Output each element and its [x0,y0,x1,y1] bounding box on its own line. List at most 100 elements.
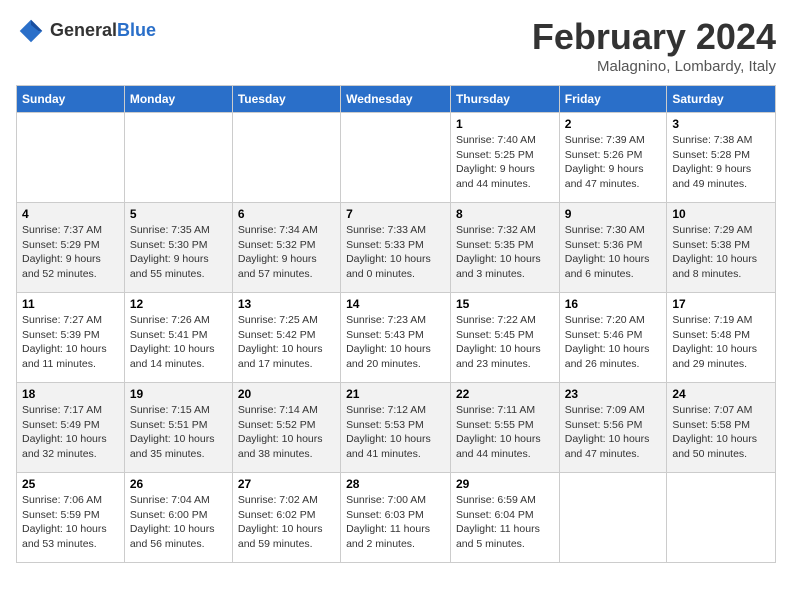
calendar-cell: 1 Sunrise: 7:40 AM Sunset: 5:25 PM Daylig… [450,113,559,203]
calendar-cell: 6 Sunrise: 7:34 AM Sunset: 5:32 PM Daylig… [232,203,340,293]
day-number: 10 [672,207,770,221]
day-number: 25 [22,477,119,491]
day-info: Sunrise: 7:32 AM Sunset: 5:35 PM Dayligh… [456,223,554,282]
day-info: Sunrise: 7:25 AM Sunset: 5:42 PM Dayligh… [238,313,335,372]
day-number: 4 [22,207,119,221]
day-number: 24 [672,387,770,401]
day-number: 18 [22,387,119,401]
day-number: 21 [346,387,445,401]
day-number: 29 [456,477,554,491]
calendar-cell [17,113,125,203]
calendar-cell: 28 Sunrise: 7:00 AM Sunset: 6:03 PM Dayli… [341,473,451,563]
calendar-cell: 12 Sunrise: 7:26 AM Sunset: 5:41 PM Dayli… [124,293,232,383]
day-info: Sunrise: 7:20 AM Sunset: 5:46 PM Dayligh… [565,313,662,372]
day-info: Sunrise: 7:12 AM Sunset: 5:53 PM Dayligh… [346,403,445,462]
calendar-week-row: 4 Sunrise: 7:37 AM Sunset: 5:29 PM Daylig… [17,203,776,293]
calendar-cell: 14 Sunrise: 7:23 AM Sunset: 5:43 PM Dayli… [341,293,451,383]
day-info: Sunrise: 7:02 AM Sunset: 6:02 PM Dayligh… [238,493,335,552]
day-info: Sunrise: 7:22 AM Sunset: 5:45 PM Dayligh… [456,313,554,372]
day-number: 19 [130,387,227,401]
day-number: 13 [238,297,335,311]
calendar-week-row: 18 Sunrise: 7:17 AM Sunset: 5:49 PM Dayli… [17,383,776,473]
calendar-cell [559,473,667,563]
day-number: 22 [456,387,554,401]
calendar-cell: 18 Sunrise: 7:17 AM Sunset: 5:49 PM Dayli… [17,383,125,473]
calendar-week-row: 11Sunrise: 7:27 AM Sunset: 5:39 PM Dayli… [17,293,776,383]
day-info: Sunrise: 7:26 AM Sunset: 5:41 PM Dayligh… [130,313,227,372]
calendar-cell: 26Sunrise: 7:04 AM Sunset: 6:00 PM Dayli… [124,473,232,563]
day-number: 15 [456,297,554,311]
calendar-week-row: 1 Sunrise: 7:40 AM Sunset: 5:25 PM Daylig… [17,113,776,203]
day-info: Sunrise: 7:07 AM Sunset: 5:58 PM Dayligh… [672,403,770,462]
day-number: 8 [456,207,554,221]
calendar-table: SundayMondayTuesdayWednesdayThursdayFrid… [16,85,776,563]
calendar-cell: 13 Sunrise: 7:25 AM Sunset: 5:42 PM Dayli… [232,293,340,383]
calendar-cell: 29 Sunrise: 6:59 AM Sunset: 6:04 PM Dayli… [450,473,559,563]
day-info: Sunrise: 7:04 AM Sunset: 6:00 PM Dayligh… [130,493,227,552]
day-number: 1 [456,117,554,131]
day-number: 28 [346,477,445,491]
day-info: Sunrise: 7:19 AM Sunset: 5:48 PM Dayligh… [672,313,770,372]
calendar-week-row: 25Sunrise: 7:06 AM Sunset: 5:59 PM Dayli… [17,473,776,563]
calendar-cell: 15 Sunrise: 7:22 AM Sunset: 5:45 PM Dayli… [450,293,559,383]
calendar-cell: 11Sunrise: 7:27 AM Sunset: 5:39 PM Dayli… [17,293,125,383]
day-info: Sunrise: 7:17 AM Sunset: 5:49 PM Dayligh… [22,403,119,462]
calendar-cell: 25Sunrise: 7:06 AM Sunset: 5:59 PM Dayli… [17,473,125,563]
day-number: 7 [346,207,445,221]
day-number: 9 [565,207,662,221]
calendar-cell [667,473,776,563]
day-info: Sunrise: 7:37 AM Sunset: 5:29 PM Dayligh… [22,223,119,282]
calendar-cell: 2Sunrise: 7:39 AM Sunset: 5:26 PM Daylig… [559,113,667,203]
calendar-cell: 24 Sunrise: 7:07 AM Sunset: 5:58 PM Dayli… [667,383,776,473]
logo-text: GeneralBlue [50,21,156,41]
column-header-wednesday: Wednesday [341,86,451,113]
day-number: 6 [238,207,335,221]
day-number: 20 [238,387,335,401]
day-info: Sunrise: 6:59 AM Sunset: 6:04 PM Dayligh… [456,493,554,552]
day-info: Sunrise: 7:11 AM Sunset: 5:55 PM Dayligh… [456,403,554,462]
day-info: Sunrise: 7:00 AM Sunset: 6:03 PM Dayligh… [346,493,445,552]
calendar-header-row: SundayMondayTuesdayWednesdayThursdayFrid… [17,86,776,113]
day-info: Sunrise: 7:40 AM Sunset: 5:25 PM Dayligh… [456,133,554,192]
day-info: Sunrise: 7:23 AM Sunset: 5:43 PM Dayligh… [346,313,445,372]
calendar-cell [341,113,451,203]
day-number: 14 [346,297,445,311]
calendar-cell: 5Sunrise: 7:35 AM Sunset: 5:30 PM Daylig… [124,203,232,293]
calendar-cell [124,113,232,203]
calendar-cell: 8 Sunrise: 7:32 AM Sunset: 5:35 PM Daylig… [450,203,559,293]
day-number: 23 [565,387,662,401]
calendar-cell: 22 Sunrise: 7:11 AM Sunset: 5:55 PM Dayli… [450,383,559,473]
day-number: 16 [565,297,662,311]
day-number: 11 [22,297,119,311]
calendar-cell [232,113,340,203]
calendar-cell: 16 Sunrise: 7:20 AM Sunset: 5:46 PM Dayli… [559,293,667,383]
day-number: 12 [130,297,227,311]
day-number: 17 [672,297,770,311]
day-number: 5 [130,207,227,221]
day-info: Sunrise: 7:38 AM Sunset: 5:28 PM Dayligh… [672,133,770,192]
page-header: GeneralBlue February 2024 Malagnino, Lom… [16,16,776,75]
day-info: Sunrise: 7:15 AM Sunset: 5:51 PM Dayligh… [130,403,227,462]
logo: GeneralBlue [16,16,156,46]
calendar-cell: 27Sunrise: 7:02 AM Sunset: 6:02 PM Dayli… [232,473,340,563]
logo-icon [16,16,46,46]
title-block: February 2024 Malagnino, Lombardy, Italy [532,16,776,75]
calendar-cell: 3 Sunrise: 7:38 AM Sunset: 5:28 PM Daylig… [667,113,776,203]
day-number: 3 [672,117,770,131]
calendar-cell: 9 Sunrise: 7:30 AM Sunset: 5:36 PM Daylig… [559,203,667,293]
column-header-sunday: Sunday [17,86,125,113]
calendar-cell: 17 Sunrise: 7:19 AM Sunset: 5:48 PM Dayli… [667,293,776,383]
calendar-cell: 7 Sunrise: 7:33 AM Sunset: 5:33 PM Daylig… [341,203,451,293]
column-header-thursday: Thursday [450,86,559,113]
column-header-friday: Friday [559,86,667,113]
day-info: Sunrise: 7:09 AM Sunset: 5:56 PM Dayligh… [565,403,662,462]
day-info: Sunrise: 7:33 AM Sunset: 5:33 PM Dayligh… [346,223,445,282]
day-info: Sunrise: 7:14 AM Sunset: 5:52 PM Dayligh… [238,403,335,462]
day-info: Sunrise: 7:34 AM Sunset: 5:32 PM Dayligh… [238,223,335,282]
calendar-cell: 19 Sunrise: 7:15 AM Sunset: 5:51 PM Dayli… [124,383,232,473]
day-info: Sunrise: 7:30 AM Sunset: 5:36 PM Dayligh… [565,223,662,282]
day-info: Sunrise: 7:39 AM Sunset: 5:26 PM Dayligh… [565,133,662,192]
calendar-cell: 20 Sunrise: 7:14 AM Sunset: 5:52 PM Dayli… [232,383,340,473]
calendar-cell: 23 Sunrise: 7:09 AM Sunset: 5:56 PM Dayli… [559,383,667,473]
calendar-cell: 21 Sunrise: 7:12 AM Sunset: 5:53 PM Dayli… [341,383,451,473]
